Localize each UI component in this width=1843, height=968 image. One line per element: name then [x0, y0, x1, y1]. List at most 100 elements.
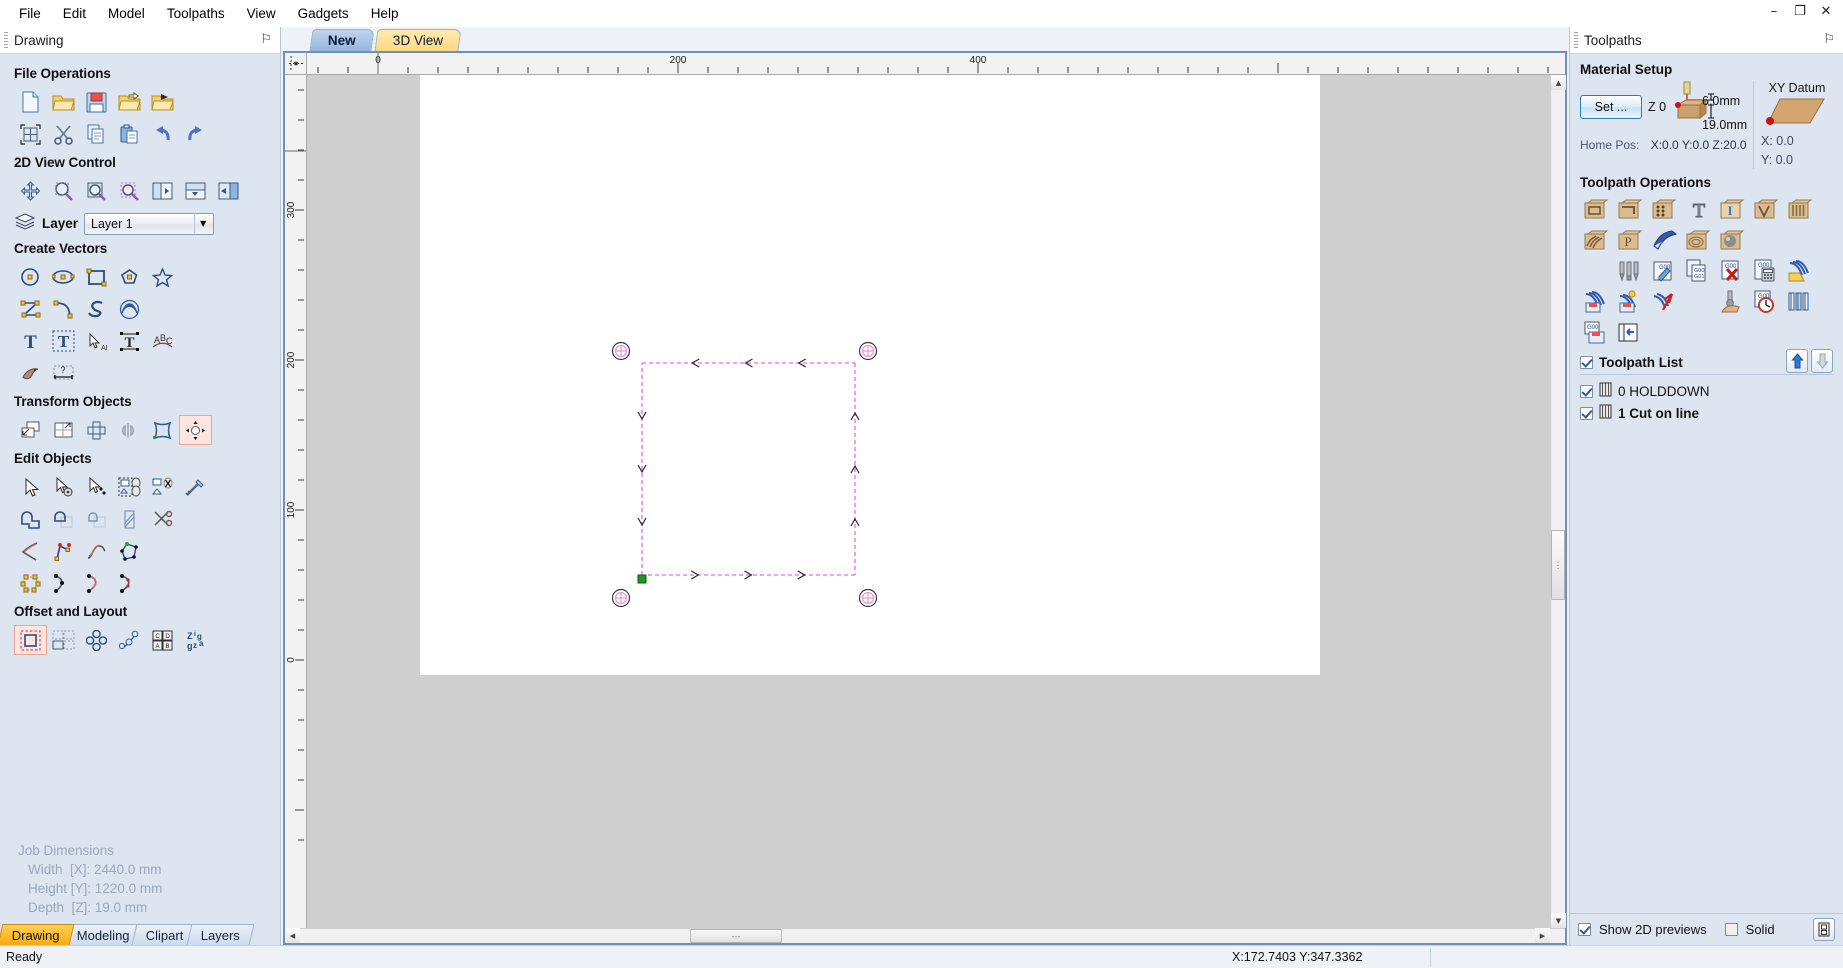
set-material-button[interactable]: Set ...	[1580, 94, 1642, 119]
tab-3d-view[interactable]: 3D View	[374, 29, 462, 51]
drilling-toolpath-icon[interactable]	[1648, 194, 1682, 225]
draw-circle-icon[interactable]	[14, 262, 47, 292]
3d-roughing-icon[interactable]	[1682, 225, 1716, 256]
job-setup-icon[interactable]	[14, 119, 47, 149]
move-toolpath-down-button[interactable]	[1811, 349, 1833, 373]
array-copy-icon[interactable]	[80, 625, 113, 655]
ungroup-objects-icon[interactable]: X	[146, 472, 179, 502]
toolpath-preview-button[interactable]	[1813, 918, 1835, 941]
horizontal-ruler[interactable]: 0200400	[307, 53, 1550, 75]
texture-toolpath-icon[interactable]	[1580, 225, 1614, 256]
fluting-toolpath-icon[interactable]	[1784, 194, 1818, 225]
horizontal-scroll-thumb[interactable]: ⋯	[690, 929, 782, 943]
open-folder-icon[interactable]	[47, 87, 80, 117]
import-vectors-icon[interactable]	[113, 87, 146, 117]
save-toolpath-icon[interactable]	[1580, 287, 1614, 318]
undo-arrow-icon[interactable]	[146, 119, 179, 149]
delete-toolpath-icon[interactable]: G00	[1716, 256, 1750, 287]
menu-gadgets[interactable]: Gadgets	[287, 2, 360, 25]
menu-edit[interactable]: Edit	[52, 2, 97, 25]
trace-bitmap-icon[interactable]	[14, 358, 47, 388]
text-arc-icon[interactable]: ABC	[146, 326, 179, 356]
vertical-ruler[interactable]: 300 200 100 0	[285, 75, 307, 928]
chevron-down-icon[interactable]: ▼	[194, 214, 211, 233]
quick-engrave-icon[interactable]: T	[1682, 194, 1716, 225]
copy-along-curve-icon[interactable]	[113, 625, 146, 655]
vertical-scroll-thumb[interactable]: ⋮	[1551, 530, 1565, 600]
block-copy-icon[interactable]: CDAB	[146, 625, 179, 655]
duplicate-toolpath-icon[interactable]: G00 G01	[1682, 256, 1716, 287]
move-nodes-icon[interactable]	[80, 472, 113, 502]
draw-polygon-icon[interactable]	[113, 262, 146, 292]
zigzag-text-icon[interactable]: Ziggza	[179, 625, 212, 655]
scroll-right-arrow[interactable]: ▶	[1535, 928, 1550, 943]
clipboard-paste-icon[interactable]	[113, 119, 146, 149]
menu-view[interactable]: View	[236, 2, 287, 25]
weld-vectors-icon[interactable]	[14, 504, 47, 534]
floppy-save-icon[interactable]	[80, 87, 113, 117]
layer-select[interactable]: Layer 1 ▼	[84, 212, 215, 235]
toolpaths-panel-grip-icon[interactable]	[1574, 32, 1578, 48]
prism-carving-icon[interactable]: P	[1614, 225, 1648, 256]
toggle-panel-split-icon[interactable]	[179, 176, 212, 206]
fit-curve-icon[interactable]	[80, 536, 113, 566]
redo-arrow-icon[interactable]	[179, 119, 212, 149]
open-toolpath-icon[interactable]	[1784, 256, 1818, 287]
node-shape-icon[interactable]	[113, 536, 146, 566]
close-nodes-icon[interactable]	[47, 536, 80, 566]
node-smooth-3-icon[interactable]	[113, 568, 146, 598]
toolpath-tiling-icon[interactable]	[1784, 287, 1818, 318]
create-nodes-icon[interactable]	[14, 568, 47, 598]
pin-icon[interactable]: ⚐	[260, 32, 272, 47]
measure-wand-icon[interactable]	[179, 472, 212, 502]
toolpath-time-icon[interactable]: G00	[1750, 287, 1784, 318]
draw-scurve-icon[interactable]	[80, 294, 113, 324]
3d-finishing-icon[interactable]	[1716, 225, 1750, 256]
menu-toolpaths[interactable]: Toolpaths	[156, 2, 236, 25]
node-smooth-1-icon[interactable]	[47, 568, 80, 598]
moulding-toolpath-icon[interactable]	[1648, 225, 1682, 256]
node-edit-icon[interactable]	[47, 472, 80, 502]
toolpath-holddown-checkbox[interactable]	[1580, 384, 1593, 398]
profile-toolpath-icon[interactable]	[1580, 194, 1614, 225]
pan-view-icon[interactable]	[14, 176, 47, 206]
draw-arc-icon[interactable]	[47, 294, 80, 324]
minimize-button[interactable]: –	[1761, 2, 1787, 20]
xy-datum-diagram-icon[interactable]	[1761, 95, 1833, 131]
scale-object-icon[interactable]	[47, 415, 80, 445]
toolpath-summary-icon[interactable]	[1614, 318, 1648, 349]
zoom-in-icon[interactable]	[47, 176, 80, 206]
dimension-icon[interactable]: ?	[47, 358, 80, 388]
offset-vectors-icon[interactable]	[14, 625, 47, 655]
text-on-curve-icon[interactable]: AB	[80, 326, 113, 356]
nesting-icon[interactable]	[47, 625, 80, 655]
copy-icon[interactable]	[80, 119, 113, 149]
join-vectors-icon[interactable]	[14, 536, 47, 566]
select-tool-icon[interactable]	[14, 472, 47, 502]
scroll-left-arrow[interactable]: ◀	[285, 928, 300, 943]
toggle-panel-right-icon[interactable]	[212, 176, 245, 206]
tab-new-view[interactable]: New	[309, 29, 375, 51]
toolpath-row-cut-on-line[interactable]: 1 Cut on line	[1580, 402, 1833, 424]
move-object-icon[interactable]	[14, 415, 47, 445]
show-2d-previews-checkbox[interactable]	[1578, 923, 1591, 936]
restore-button[interactable]: ❐	[1787, 2, 1813, 20]
create-text-icon[interactable]: T	[14, 326, 47, 356]
node-smooth-2-icon[interactable]	[80, 568, 113, 598]
edit-toolpath-icon[interactable]: G00	[1648, 256, 1682, 287]
ruler-origin-corner[interactable]	[285, 53, 307, 75]
import-bitmap-icon[interactable]	[146, 87, 179, 117]
draw-ellipse-icon[interactable]	[47, 262, 80, 292]
solid-checkbox[interactable]	[1724, 923, 1738, 936]
toolpath-list-checkbox[interactable]	[1580, 356, 1593, 369]
scroll-down-arrow[interactable]: ▼	[1551, 913, 1566, 928]
draw-rectangle-icon[interactable]	[80, 262, 113, 292]
save-template-icon[interactable]: G00	[1580, 318, 1614, 349]
toolpath-row-holddown[interactable]: 0 HOLDDOWN	[1580, 380, 1833, 402]
menu-help[interactable]: Help	[360, 2, 410, 25]
draw-star-icon[interactable]	[146, 262, 179, 292]
move-toolpath-up-button[interactable]	[1786, 349, 1808, 373]
panel-grip-icon[interactable]	[4, 32, 8, 48]
simulate-toolpath-icon[interactable]	[1716, 287, 1750, 318]
menu-file[interactable]: File	[8, 2, 52, 25]
